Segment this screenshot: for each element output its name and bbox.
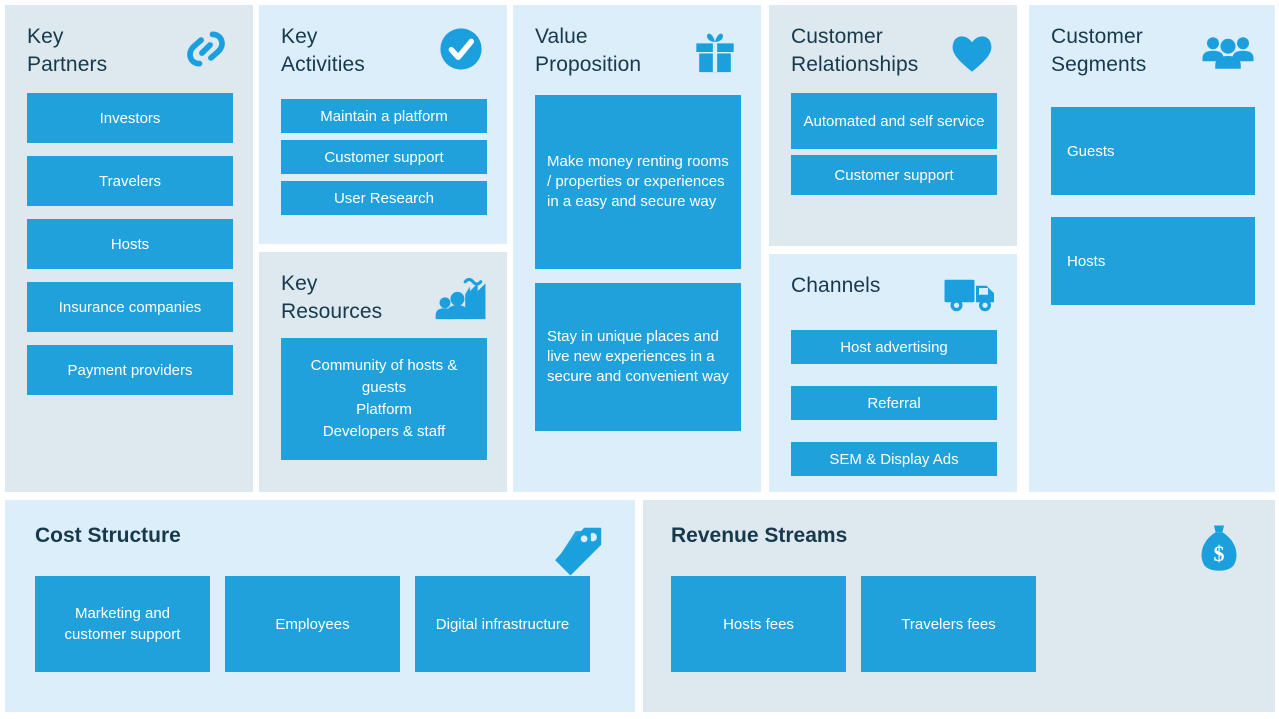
block-key-activities[interactable]: Key Activities Maintain a platform Custo…: [259, 5, 507, 244]
gift-box-icon: [691, 29, 739, 75]
card-item[interactable]: Customer support: [791, 155, 997, 195]
block-title: Key Activities: [281, 25, 365, 76]
card-item[interactable]: Hosts fees: [671, 576, 846, 672]
delivery-truck-icon: [943, 272, 997, 316]
block-title: Value Proposition: [535, 25, 642, 76]
block-title: Cost Structure: [35, 524, 181, 547]
card-item[interactable]: Insurance companies: [27, 282, 233, 332]
block-title: Customer Segments: [1051, 25, 1147, 76]
card-list: Marketing and customer support Employees…: [35, 576, 611, 672]
card-list: Guests Hosts: [1051, 107, 1255, 305]
heart-icon: [949, 31, 995, 75]
card-item[interactable]: Digital infrastructure: [415, 576, 590, 672]
block-title: Revenue Streams: [671, 524, 848, 547]
block-header: Key Resources: [281, 270, 487, 332]
block-title: Key Partners: [27, 25, 108, 76]
card-item[interactable]: Maintain a platform: [281, 99, 487, 133]
card-list: Make money renting rooms / properties or…: [535, 95, 741, 431]
card-item[interactable]: Community of hosts & guests Platform Dev…: [281, 338, 487, 460]
card-list: Investors Travelers Hosts Insurance comp…: [27, 93, 233, 395]
block-value-proposition[interactable]: Value Proposition Make money renting roo…: [513, 5, 761, 492]
block-key-resources[interactable]: Key Resources Community of hosts & guest…: [259, 252, 507, 492]
card-list: Maintain a platform Customer support Use…: [281, 99, 487, 215]
card-item[interactable]: Investors: [27, 93, 233, 143]
block-title: Customer Relationships: [791, 25, 919, 76]
block-header: Value Proposition: [535, 23, 741, 85]
card-item[interactable]: Employees: [225, 576, 400, 672]
card-item[interactable]: Referral: [791, 386, 997, 420]
card-item[interactable]: User Research: [281, 181, 487, 215]
block-key-partners[interactable]: Key Partners Investors Travelers Hosts I…: [5, 5, 253, 492]
block-header: Cost Structure: [35, 522, 611, 576]
card-item[interactable]: Host advertising: [791, 330, 997, 364]
money-bag-icon: $: [1197, 522, 1241, 578]
factory-people-icon: [431, 276, 487, 328]
block-header: Revenue Streams $: [671, 522, 1251, 571]
block-header: Channels: [791, 272, 997, 318]
card-item[interactable]: Customer support: [281, 140, 487, 174]
block-header: Customer Relationships: [791, 23, 997, 85]
card-item[interactable]: Stay in unique places and live new exper…: [535, 283, 741, 431]
card-list: Host advertising Referral SEM & Display …: [791, 330, 997, 476]
block-cost-structure[interactable]: Cost Structure Marketing and customer su…: [5, 500, 635, 712]
price-tag-icon: [553, 526, 605, 584]
block-title: Channels: [791, 274, 881, 297]
card-item[interactable]: Travelers: [27, 156, 233, 206]
card-list: Hosts fees Travelers fees: [671, 576, 1251, 672]
card-item[interactable]: Hosts: [1051, 217, 1255, 305]
link-chain-icon: [179, 23, 233, 75]
card-item[interactable]: Travelers fees: [861, 576, 1036, 672]
card-item[interactable]: Guests: [1051, 107, 1255, 195]
check-circle-icon: [439, 27, 483, 71]
block-customer-segments[interactable]: Customer Segments Guests Hosts: [1029, 5, 1275, 492]
card-item[interactable]: Hosts: [27, 219, 233, 269]
people-group-icon: [1201, 31, 1255, 75]
card-list: Community of hosts & guests Platform Dev…: [281, 338, 487, 460]
card-item[interactable]: Make money renting rooms / properties or…: [535, 95, 741, 269]
card-item[interactable]: SEM & Display Ads: [791, 442, 997, 476]
card-list: Automated and self service Customer supp…: [791, 93, 997, 195]
block-channels[interactable]: Channels Host advertising Referral SEM &…: [769, 254, 1017, 492]
block-title: Key Resources: [281, 272, 383, 323]
block-revenue-streams[interactable]: Revenue Streams $ Hosts fees Travelers f…: [643, 500, 1275, 712]
block-header: Key Partners: [27, 23, 233, 85]
card-item[interactable]: Automated and self service: [791, 93, 997, 149]
svg-text:$: $: [1214, 541, 1225, 566]
block-header: Key Activities: [281, 23, 487, 85]
block-customer-relationships[interactable]: Customer Relationships Automated and sel…: [769, 5, 1017, 246]
card-item[interactable]: Payment providers: [27, 345, 233, 395]
business-model-canvas: Key Partners Investors Travelers Hosts I…: [0, 0, 1279, 719]
card-item[interactable]: Marketing and customer support: [35, 576, 210, 672]
block-header: Customer Segments: [1051, 23, 1255, 85]
